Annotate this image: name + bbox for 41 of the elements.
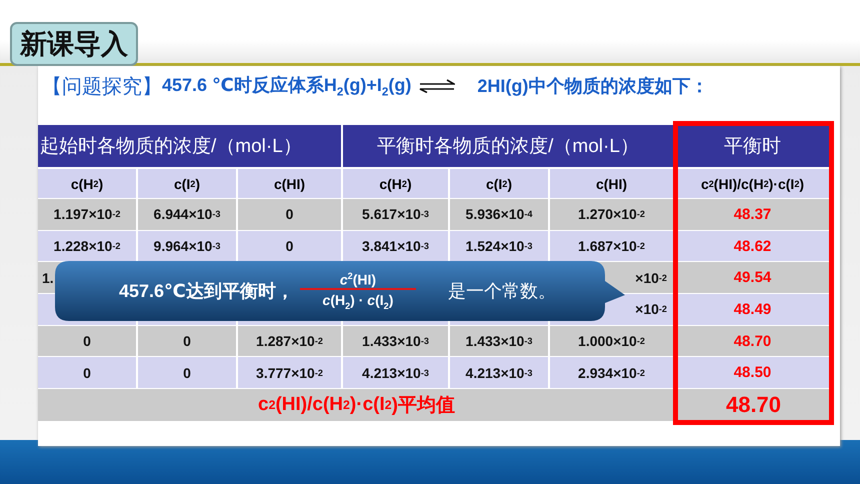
table-cell: 1.270×10$^{-2}$ xyxy=(550,198,675,230)
table-cell: 0 xyxy=(38,324,138,356)
ratio-cell: 49.54 xyxy=(675,261,832,294)
question-text: 457.6 ℃时反应体系H$_{2}$(g)+I$_{2}$(g) xyxy=(162,74,412,99)
table-cell: 5.936×10$^{-4}$ xyxy=(450,198,550,230)
table-cell: 0 xyxy=(138,356,238,388)
table-cell: 0 xyxy=(138,324,238,356)
question-label: 【问题探究】 xyxy=(42,74,162,100)
question-text: 2HI(g)中个物质的浓度如下： xyxy=(477,75,708,98)
table-cell: 1.433×10$^{-3}$ xyxy=(343,324,450,356)
table-cell: 6.944×10$^{-3}$ xyxy=(138,198,238,230)
table-cell: 1.433×10$^{-3}$ xyxy=(450,324,550,356)
table-cell: 2.934×10$^{-2}$ xyxy=(550,356,675,388)
column-header-cell: c(HI) xyxy=(550,167,675,198)
ratio-cell: 48.50 xyxy=(675,356,832,388)
table-cell: 1.197×10$^{-2}$ xyxy=(38,198,138,230)
table-cell: 5.617×10$^{-3}$ xyxy=(343,198,450,230)
table-cell: 9.964×10$^{-3}$ xyxy=(138,230,238,262)
table-cell: 0 xyxy=(238,198,343,230)
table-cell: 1.687×10$^{-2}$ xyxy=(550,230,675,262)
ratio-cell: 48.49 xyxy=(675,293,832,325)
group-header-cell: 平衡时各物质的浓度/（mol·L） xyxy=(343,125,675,167)
group-header-cell: 起始时各物质的浓度/（mol·L） xyxy=(38,125,343,167)
average-value-cell: 48.70 xyxy=(675,388,832,422)
table-cell: 1.228×10$^{-2}$ xyxy=(38,230,138,262)
table-cell: 4.213×10$^{-3}$ xyxy=(450,356,550,388)
table-cell: 4.213×10$^{-3}$ xyxy=(343,356,450,388)
table-cell: 3.841×10$^{-3}$ xyxy=(343,230,450,262)
table-cell: 0 xyxy=(38,356,138,388)
table-cell: 3.777×10$^{-2}$ xyxy=(238,356,343,388)
table-cell: 1.524×10$^{-3}$ xyxy=(450,230,550,262)
table-cell: 0 xyxy=(238,230,343,262)
ratio-cell: 48.70 xyxy=(675,324,832,356)
section-title-badge: 新课导入 xyxy=(10,22,138,66)
table-cell: 1.000×10$^{-2}$ xyxy=(550,324,675,356)
column-header-cell: c(HI) xyxy=(238,167,343,198)
ratio-cell: 48.37 xyxy=(675,198,832,230)
table-cell: 1.287×10$^{-2}$ xyxy=(238,324,343,356)
group-header-cell: 平衡时 xyxy=(675,125,832,167)
ratio-cell: 48.62 xyxy=(675,230,832,262)
fraction-numerator: c$^{2}$(HI) xyxy=(300,270,416,290)
